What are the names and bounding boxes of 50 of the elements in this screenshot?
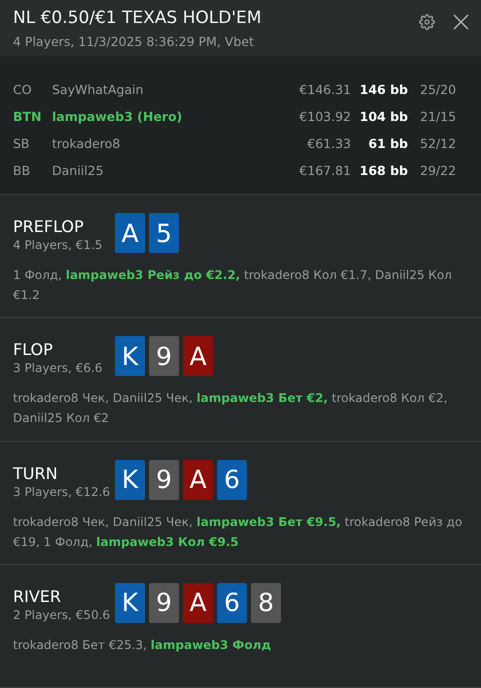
action-log: trokadero8 Чек, Daniil25 Чек, lampaweb3 Бет €9.5, trokadero8 Рейз до €19, 1 Фолд, lampaweb3 Кол €9.5 (13, 514, 464, 551)
action-log: trokadero8 Чек, Daniil25 Чек, lampaweb3 Бет €2, trokadero8 Кол €2, Daniil25 Кол €2 (13, 390, 448, 428)
playing-card: K (115, 582, 145, 623)
player-stats: 52/12 (419, 136, 458, 152)
player-name: Daniil25 (52, 163, 105, 178)
playing-card: 8 (251, 582, 281, 623)
street-info: 3 Players, €12.6 (13, 484, 112, 499)
stack: €61.33 (306, 136, 351, 152)
settings-icon[interactable] (419, 14, 435, 30)
big-blinds: 146 bb (358, 82, 408, 98)
playing-card: K (115, 460, 145, 500)
street-title: TURN (13, 464, 59, 483)
street-title: PREFLOP (13, 217, 85, 236)
position: SB (13, 136, 31, 152)
player-stats: 29/22 (419, 163, 458, 178)
big-blinds: 104 bb (358, 109, 408, 124)
street-info: 2 Players, €50.6 (13, 608, 112, 622)
player-name: trokadero8 (52, 136, 122, 152)
street-info: 4 Players, €1.5 (13, 238, 104, 252)
playing-card: 9 (149, 336, 179, 376)
big-blinds: 61 bb (367, 136, 408, 152)
stack: €167.81 (298, 163, 351, 178)
position: BB (13, 163, 32, 178)
position: CO (13, 82, 33, 98)
playing-card: 9 (149, 460, 179, 500)
street-title: RIVER (13, 586, 62, 606)
player-name: SayWhatAgain (52, 82, 144, 98)
hand-info: 4 Players, 11/3/2025 8:36:29 PM, Vbet (13, 34, 255, 49)
playing-card: A (183, 582, 213, 623)
playing-card: 6 (217, 582, 247, 623)
player-name: lampaweb3 (Hero) (52, 109, 184, 124)
action-log: trokadero8 Бет €25.3, lampaweb3 Фолд (13, 636, 272, 654)
playing-card: A (183, 336, 213, 376)
playing-card: 9 (149, 582, 179, 623)
player-stats: 25/20 (419, 82, 458, 98)
stack: €146.31 (298, 82, 351, 98)
street-info: 3 Players, €6.6 (13, 361, 104, 376)
position: BTN (13, 109, 43, 124)
street-title: FLOP (13, 340, 54, 360)
playing-card: A (183, 460, 213, 500)
player-stats: 21/15 (419, 109, 458, 124)
playing-card: 5 (149, 213, 179, 254)
close-icon[interactable] (453, 14, 469, 30)
playing-card: A (115, 213, 145, 254)
action-log: 1 Фолд, lampaweb3 Рейз до €2.2, trokadero8 Кол €1.7, Daniil25 Кол €1.2 (13, 267, 453, 304)
playing-card: K (115, 336, 145, 376)
window-title: NL €0.50/€1 TEXAS HOLD'EM (13, 8, 262, 28)
stack: €103.92 (298, 109, 351, 124)
playing-card: 6 (217, 460, 247, 500)
big-blinds: 168 bb (358, 163, 408, 178)
